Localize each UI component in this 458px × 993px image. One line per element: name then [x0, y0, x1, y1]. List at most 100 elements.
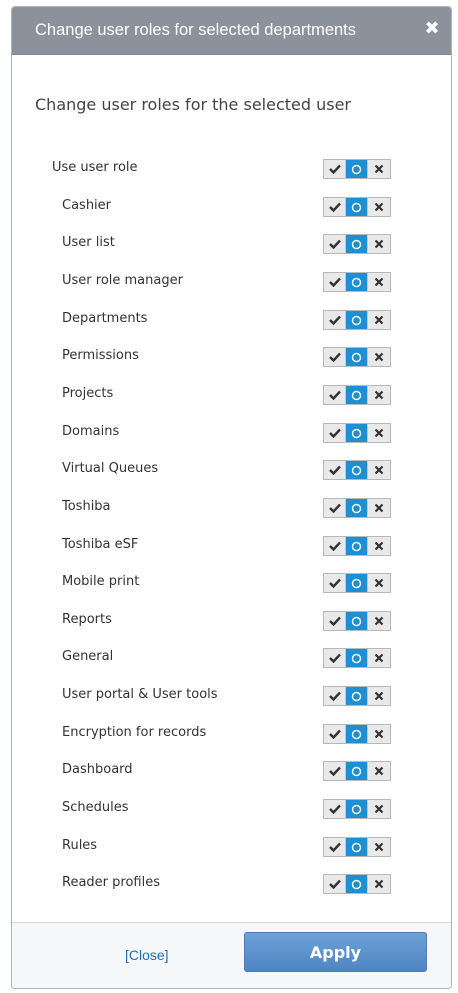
allow-toggle-button[interactable] [324, 461, 346, 479]
circle-icon [351, 465, 362, 476]
check-icon [328, 503, 341, 513]
deny-toggle-button[interactable] [368, 649, 390, 667]
allow-toggle-button[interactable] [324, 198, 346, 216]
role-row-reports: Reports [12, 611, 451, 631]
deny-toggle-button[interactable] [368, 612, 390, 630]
circle-icon [351, 503, 362, 514]
allow-toggle-button[interactable] [324, 800, 346, 818]
deny-toggle-button[interactable] [368, 461, 390, 479]
inherit-toggle-button[interactable] [346, 386, 368, 404]
inherit-toggle-button[interactable] [346, 461, 368, 479]
role-row-rules: Rules [12, 837, 451, 857]
inherit-toggle-button[interactable] [346, 725, 368, 743]
inherit-toggle-button[interactable] [346, 235, 368, 253]
allow-toggle-button[interactable] [324, 612, 346, 630]
deny-toggle-button[interactable] [368, 725, 390, 743]
allow-toggle-button[interactable] [324, 649, 346, 667]
deny-toggle-button[interactable] [368, 198, 390, 216]
deny-toggle-button[interactable] [368, 348, 390, 366]
inherit-toggle-button[interactable] [346, 574, 368, 592]
deny-toggle-button[interactable] [368, 687, 390, 705]
inherit-toggle-button[interactable] [346, 875, 368, 893]
deny-toggle-button[interactable] [368, 574, 390, 592]
role-row-cashier: Cashier [12, 197, 451, 217]
allow-toggle-button[interactable] [324, 386, 346, 404]
deny-toggle-button[interactable] [368, 273, 390, 291]
deny-toggle-button[interactable] [368, 762, 390, 780]
circle-icon [351, 352, 362, 363]
x-icon [374, 616, 384, 626]
inherit-toggle-button[interactable] [346, 762, 368, 780]
inherit-toggle-button[interactable] [346, 838, 368, 856]
inherit-toggle-button[interactable] [346, 687, 368, 705]
role-row-projects: Projects [12, 385, 451, 405]
deny-toggle-button[interactable] [368, 838, 390, 856]
apply-button[interactable]: Apply [244, 932, 427, 972]
role-label: Projects [62, 386, 114, 401]
inherit-toggle-button[interactable] [346, 273, 368, 291]
allow-toggle-button[interactable] [324, 537, 346, 555]
deny-toggle-button[interactable] [368, 235, 390, 253]
role-toggle [323, 423, 391, 443]
deny-toggle-button[interactable] [368, 537, 390, 555]
allow-toggle-button[interactable] [324, 687, 346, 705]
role-label: User list [62, 235, 115, 250]
inherit-toggle-button[interactable] [346, 800, 368, 818]
role-label: Cashier [62, 198, 112, 213]
x-icon [374, 691, 384, 701]
deny-toggle-button[interactable] [368, 386, 390, 404]
inherit-toggle-button[interactable] [346, 499, 368, 517]
role-toggle [323, 460, 391, 480]
role-row-reader-profiles: Reader profiles [12, 874, 451, 894]
allow-toggle-button[interactable] [324, 838, 346, 856]
inherit-toggle-button[interactable] [346, 537, 368, 555]
role-toggle [323, 234, 391, 254]
deny-toggle-button[interactable] [368, 499, 390, 517]
allow-toggle-button[interactable] [324, 273, 346, 291]
allow-toggle-button[interactable] [324, 311, 346, 329]
inherit-toggle-button[interactable] [346, 612, 368, 630]
inherit-toggle-button[interactable] [346, 160, 368, 178]
allow-toggle-button[interactable] [324, 875, 346, 893]
role-toggle [323, 761, 391, 781]
allow-toggle-button[interactable] [324, 235, 346, 253]
allow-toggle-button[interactable] [324, 160, 346, 178]
deny-toggle-button[interactable] [368, 160, 390, 178]
deny-toggle-button[interactable] [368, 875, 390, 893]
check-icon [328, 804, 341, 814]
role-toggle [323, 536, 391, 556]
allow-toggle-button[interactable] [324, 574, 346, 592]
check-icon [328, 465, 341, 475]
role-label: Schedules [62, 800, 129, 815]
role-label: Rules [62, 838, 98, 853]
allow-toggle-button[interactable] [324, 424, 346, 442]
circle-icon [351, 766, 362, 777]
inherit-toggle-button[interactable] [346, 424, 368, 442]
inherit-toggle-button[interactable] [346, 649, 368, 667]
check-icon [328, 766, 341, 776]
circle-icon [351, 164, 362, 175]
allow-toggle-button[interactable] [324, 348, 346, 366]
inherit-toggle-button[interactable] [346, 198, 368, 216]
check-icon [328, 578, 341, 588]
deny-toggle-button[interactable] [368, 311, 390, 329]
circle-icon [351, 691, 362, 702]
circle-icon [351, 804, 362, 815]
role-label: Reports [62, 612, 112, 627]
allow-toggle-button[interactable] [324, 762, 346, 780]
inherit-toggle-button[interactable] [346, 348, 368, 366]
deny-toggle-button[interactable] [368, 800, 390, 818]
circle-icon [351, 315, 362, 326]
dialog-footer: [Close] Apply [12, 922, 451, 988]
inherit-toggle-button[interactable] [346, 311, 368, 329]
allow-toggle-button[interactable] [324, 499, 346, 517]
close-link[interactable]: [Close] [125, 947, 169, 963]
circle-icon [351, 428, 362, 439]
check-icon [328, 164, 341, 174]
deny-toggle-button[interactable] [368, 424, 390, 442]
x-icon [374, 842, 384, 852]
role-label: Use user role [52, 160, 138, 175]
close-icon[interactable]: ✖ [424, 18, 440, 39]
allow-toggle-button[interactable] [324, 725, 346, 743]
check-icon [328, 202, 341, 212]
